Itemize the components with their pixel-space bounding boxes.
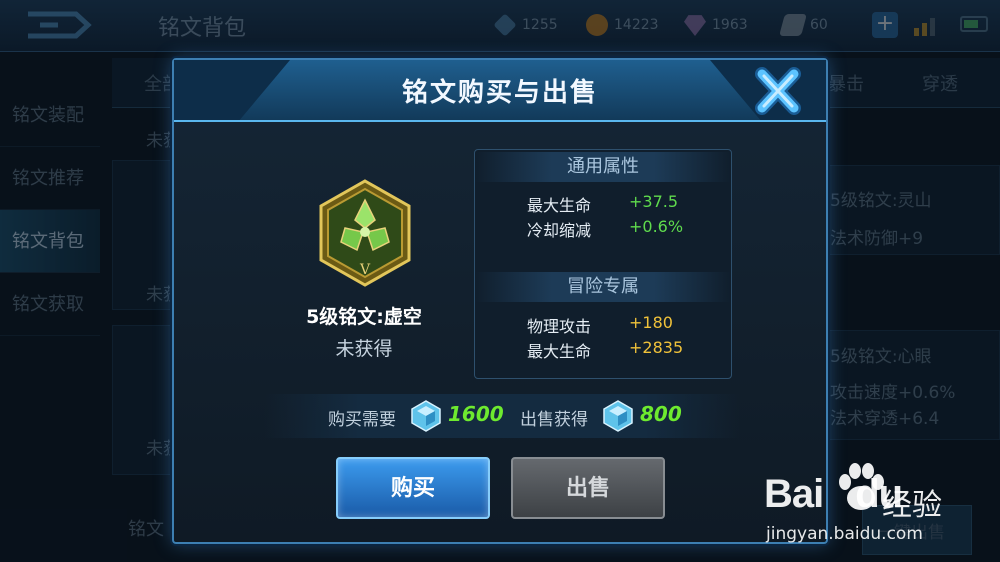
sell-gain-value: 800 — [640, 402, 682, 426]
rune-status: 未获得 — [335, 338, 393, 360]
buy-button[interactable]: 购买 — [336, 457, 490, 519]
crystal-icon — [411, 400, 441, 432]
rune-stats-panel: 通用属性 最大生命 +37.5 冷却缩减 +0.6% 冒险专属 物理攻击 +18… — [474, 149, 732, 379]
watermark-url: jingyan.baidu.com — [766, 524, 923, 544]
watermark-cn-text: 经验 — [882, 488, 942, 523]
stat-label: 最大生命 — [526, 342, 591, 361]
adventure-stats-header: 冒险专属 — [475, 272, 731, 302]
stat-row: 最大生命 +37.5 — [475, 192, 731, 215]
buy-cost-value: 1600 — [448, 402, 504, 426]
stat-row: 最大生命 +2835 — [475, 338, 731, 361]
close-icon[interactable] — [752, 66, 804, 116]
stat-label: 最大生命 — [526, 196, 591, 215]
stat-value: +180 — [629, 313, 673, 332]
rune-level-mark: V — [359, 262, 371, 278]
baidu-jingyan-watermark: Bai du 经验 jingyan.baidu.com — [760, 460, 995, 550]
stat-value: +37.5 — [629, 192, 679, 211]
dialog-header: 铭文购买与出售 — [174, 60, 826, 122]
rune-trade-dialog: 铭文购买与出售 V 5级铭文:虚空 未获得 通用属性 最大生命 +37.5 冷却… — [172, 58, 828, 544]
stat-row: 物理攻击 +180 — [475, 313, 731, 336]
stat-value: +2835 — [629, 338, 684, 357]
paw-icon — [839, 463, 884, 510]
price-bar: 购买需要 1600 出售获得 800 — [264, 394, 740, 438]
rune-emblem-icon: V — [319, 179, 411, 287]
general-stats-header: 通用属性 — [475, 152, 731, 182]
sell-gain-label: 出售获得 — [520, 410, 588, 430]
rune-name: 5级铭文:虚空 — [306, 306, 422, 328]
sell-button[interactable]: 出售 — [511, 457, 665, 519]
buy-cost-label: 购买需要 — [328, 410, 396, 430]
stat-value: +0.6% — [629, 217, 684, 236]
stat-row: 冷却缩减 +0.6% — [475, 217, 731, 240]
stat-label: 冷却缩减 — [526, 221, 591, 240]
stat-label: 物理攻击 — [526, 317, 591, 336]
crystal-icon — [603, 400, 633, 432]
dialog-title: 铭文购买与出售 — [401, 78, 598, 108]
